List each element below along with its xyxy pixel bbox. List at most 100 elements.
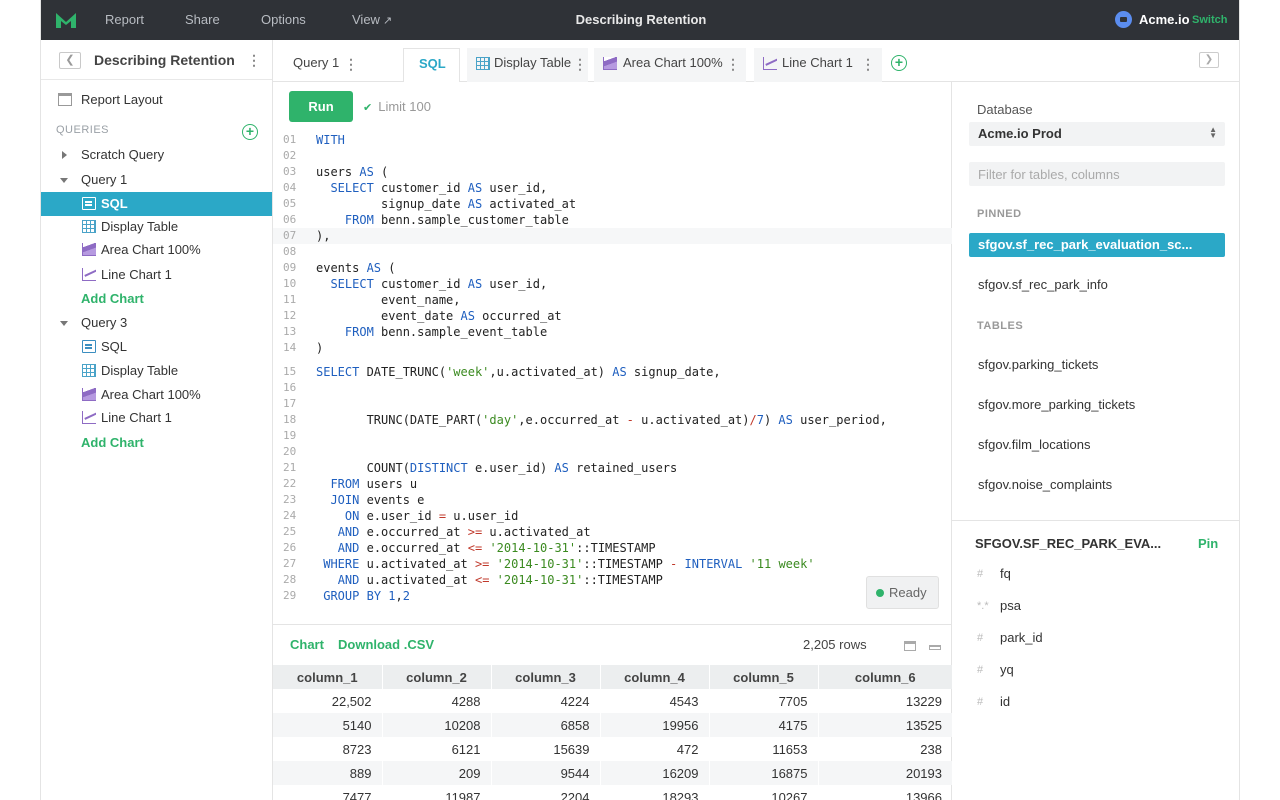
- expand-arrow-icon[interactable]: [62, 151, 67, 159]
- table-cell[interactable]: 16209: [600, 761, 710, 785]
- code-line[interactable]: 21 COUNT(DISTINCT e.user_id) AS retained…: [273, 460, 952, 476]
- expand-panel-icon[interactable]: ❯: [1199, 52, 1219, 68]
- run-button[interactable]: Run: [289, 91, 353, 122]
- minimize-icon[interactable]: [929, 645, 941, 650]
- table-cell[interactable]: 9544: [491, 761, 601, 785]
- account-name[interactable]: Acme.io: [1139, 0, 1190, 40]
- table-cell[interactable]: 22,502: [273, 689, 383, 713]
- code-area[interactable]: 01 WITH 02 03 users AS (04 SELECT customer_i…: [273, 132, 952, 622]
- table-item[interactable]: sfgov.more_parking_tickets: [969, 393, 1225, 417]
- column-header[interactable]: column_2: [382, 665, 492, 689]
- code-line[interactable]: 29 GROUP BY 1,2: [273, 588, 952, 604]
- table-cell[interactable]: 7705: [709, 689, 819, 713]
- table-cell[interactable]: 11987: [382, 785, 492, 800]
- code-line[interactable]: 11 event_name,: [273, 292, 952, 308]
- nav-report[interactable]: Report: [105, 0, 144, 40]
- table-cell[interactable]: 8723: [273, 737, 383, 761]
- pinned-table-item[interactable]: sfgov.sf_rec_park_info: [969, 273, 1225, 297]
- code-line[interactable]: 12 event_date AS occurred_at: [273, 308, 952, 324]
- sidebar-item-q3-line-chart[interactable]: Line Chart 1: [41, 406, 272, 430]
- table-cell[interactable]: 2204: [491, 785, 601, 800]
- table-cell[interactable]: 20193: [818, 761, 952, 785]
- table-cell[interactable]: 6858: [491, 713, 601, 737]
- sidebar-item-q3-display-table[interactable]: Display Table: [41, 359, 272, 383]
- table-cell[interactable]: 13966: [818, 785, 952, 800]
- column-header[interactable]: column_6: [818, 665, 952, 689]
- column-header[interactable]: column_3: [491, 665, 601, 689]
- code-line[interactable]: 20: [273, 444, 952, 460]
- code-line[interactable]: 10 SELECT customer_id AS user_id,: [273, 276, 952, 292]
- table-cell[interactable]: 7477: [273, 785, 383, 800]
- sidebar-item-q1-display-table[interactable]: Display Table: [41, 215, 272, 239]
- collapse-arrow-icon[interactable]: [60, 321, 68, 326]
- nav-share[interactable]: Share: [185, 0, 220, 40]
- tab-area-chart[interactable]: Area Chart 100% ⋮: [594, 48, 746, 82]
- code-line[interactable]: 02: [273, 148, 952, 164]
- table-item[interactable]: sfgov.film_locations: [969, 433, 1225, 457]
- sidebar-item-query-3[interactable]: Query 3: [41, 311, 272, 335]
- code-line[interactable]: 27 WHERE u.activated_at >= '2014-10-31':…: [273, 556, 952, 572]
- code-line[interactable]: 07),: [273, 228, 952, 244]
- tab-sql[interactable]: SQL: [403, 48, 460, 83]
- code-line[interactable]: 04 SELECT customer_id AS user_id,: [273, 180, 952, 196]
- sidebar-item-scratch-query[interactable]: Scratch Query: [41, 143, 272, 167]
- table-cell[interactable]: 889: [273, 761, 383, 785]
- code-line[interactable]: 05 signup_date AS activated_at: [273, 196, 952, 212]
- switch-account-link[interactable]: Switch: [1192, 0, 1227, 40]
- table-cell[interactable]: 4224: [491, 689, 601, 713]
- limit-toggle[interactable]: ✔ Limit 100: [363, 91, 431, 124]
- tab-line-chart[interactable]: Line Chart 1 ⋮: [754, 48, 882, 82]
- download-csv-link[interactable]: Download .CSV: [338, 625, 434, 665]
- account-icon[interactable]: [1115, 11, 1132, 28]
- table-item[interactable]: sfgov.parking_tickets: [969, 353, 1225, 377]
- table-cell[interactable]: 13229: [818, 689, 952, 713]
- table-cell[interactable]: 18293: [600, 785, 710, 800]
- table-cell[interactable]: 19956: [600, 713, 710, 737]
- sidebar-item-q1-sql[interactable]: SQL: [41, 192, 272, 216]
- column-header[interactable]: column_5: [709, 665, 819, 689]
- code-line[interactable]: 08: [273, 244, 952, 260]
- sidebar-item-q1-line-chart[interactable]: Line Chart 1: [41, 263, 272, 287]
- table-cell[interactable]: 4175: [709, 713, 819, 737]
- code-line[interactable]: 01 WITH: [273, 132, 952, 148]
- q1-add-chart-link[interactable]: Add Chart: [41, 287, 272, 311]
- table-cell[interactable]: 209: [382, 761, 492, 785]
- table-cell[interactable]: 6121: [382, 737, 492, 761]
- tab-query-1[interactable]: Query 1 ⋮: [283, 48, 359, 82]
- table-cell[interactable]: 11653: [709, 737, 819, 761]
- code-line[interactable]: 03 users AS (: [273, 164, 952, 180]
- code-line[interactable]: 22 FROM users u: [273, 476, 952, 492]
- sql-editor[interactable]: Run ✔ Limit 100 01 WITH 02 03 users AS (04 SE…: [273, 82, 952, 624]
- add-query-icon[interactable]: +: [242, 124, 258, 140]
- maximize-icon[interactable]: [904, 641, 916, 651]
- code-line[interactable]: 24 ON e.user_id = u.user_id: [273, 508, 952, 524]
- code-line[interactable]: 25 AND e.occurred_at >= u.activated_at: [273, 524, 952, 540]
- table-cell[interactable]: 4543: [600, 689, 710, 713]
- table-cell[interactable]: 472: [600, 737, 710, 761]
- sidebar-item-report-layout[interactable]: Report Layout: [41, 88, 272, 112]
- table-cell[interactable]: 16875: [709, 761, 819, 785]
- table-cell[interactable]: 238: [818, 737, 952, 761]
- tab-menu-icon[interactable]: ⋮: [726, 57, 740, 71]
- code-line[interactable]: 17: [273, 396, 952, 412]
- code-line[interactable]: 26 AND e.occurred_at <= '2014-10-31'::TI…: [273, 540, 952, 556]
- code-line[interactable]: 16: [273, 380, 952, 396]
- table-cell[interactable]: 10267: [709, 785, 819, 800]
- nav-view[interactable]: View ↗: [352, 0, 392, 40]
- tab-display-table[interactable]: Display Table ⋮: [467, 48, 588, 82]
- column-header[interactable]: column_1: [273, 665, 383, 689]
- code-line[interactable]: 15 SELECT DATE_TRUNC('week',u.activated_a…: [273, 364, 952, 380]
- sidebar-item-q1-area-chart[interactable]: Area Chart 100%: [41, 238, 272, 262]
- code-line[interactable]: 13 FROM benn.sample_event_table: [273, 324, 952, 340]
- database-select[interactable]: Acme.io Prod ▲ ▼: [969, 122, 1225, 146]
- q3-add-chart-link[interactable]: Add Chart: [41, 431, 272, 455]
- table-cell[interactable]: 4288: [382, 689, 492, 713]
- code-line[interactable]: 18 TRUNC(DATE_PART('day',e.occurred_at -…: [273, 412, 952, 428]
- add-tab-icon[interactable]: +: [891, 55, 907, 71]
- tab-menu-icon[interactable]: ⋮: [344, 57, 358, 71]
- pinned-table-item[interactable]: sfgov.sf_rec_park_evaluation_sc...: [969, 233, 1225, 257]
- collapse-arrow-icon[interactable]: [60, 178, 68, 183]
- code-line[interactable]: 28 AND u.activated_at <= '2014-10-31'::T…: [273, 572, 952, 588]
- sidebar-menu-icon[interactable]: ⋮: [247, 53, 261, 67]
- sidebar-item-query-1[interactable]: Query 1: [41, 168, 272, 192]
